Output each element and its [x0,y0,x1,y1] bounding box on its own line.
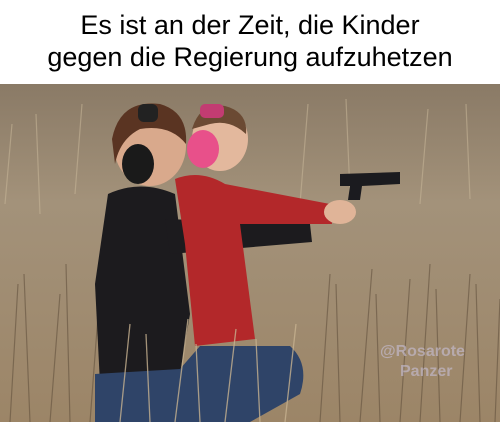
photo: @Rosarote Panzer [0,84,500,422]
watermark-line-1: @Rosarote [380,343,465,360]
photo-illustration: @Rosarote Panzer [0,84,500,422]
child-earmuff [187,130,219,168]
woman-torso [95,186,190,384]
caption-line-1: Es ist an der Zeit, die Kinder [80,10,420,40]
hands [324,200,356,224]
caption-line-2: gegen die Regierung aufzuhetzen [47,42,453,72]
woman-earmuff [122,144,154,184]
woman-earmuff-band [138,104,158,122]
child-earmuff-band [200,104,224,118]
meme: Es ist an der Zeit, die Kinder gegen die… [0,0,500,422]
meme-caption: Es ist an der Zeit, die Kinder gegen die… [0,0,500,84]
watermark-line-2: Panzer [400,363,452,380]
